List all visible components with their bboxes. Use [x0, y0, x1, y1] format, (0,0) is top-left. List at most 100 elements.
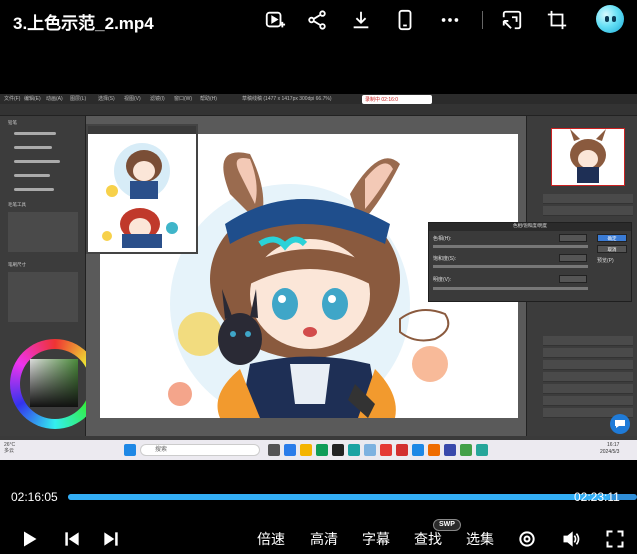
menu-item: 图层(L) — [70, 96, 87, 102]
clock-date: 2024/5/3 — [600, 449, 620, 455]
dialog-label-saturation: 饱和度(S): — [433, 256, 457, 262]
progress-played — [68, 494, 611, 500]
saturation-slider — [433, 265, 588, 268]
subtitle-button[interactable]: 字幕 — [362, 529, 390, 549]
menu-item: 帮助(H) — [200, 96, 217, 102]
recording-badge: 录制中 02:16:0 — [362, 95, 432, 104]
video-title: 3.上色示范_2.mp4 — [13, 14, 154, 33]
previous-icon[interactable] — [60, 527, 84, 551]
brush-stroke-preview — [14, 174, 50, 177]
saturation-value-box — [559, 254, 587, 262]
layer-row — [543, 384, 633, 394]
taskbar-clock: 16:17 2024/5/3 — [600, 442, 619, 456]
windows-start-icon — [124, 444, 136, 456]
cancel-button: 取消 — [597, 245, 627, 253]
episodes-button[interactable]: 选集 — [466, 529, 494, 549]
taskbar-app-icon — [316, 444, 328, 456]
total-time: 02:23:11 — [574, 490, 620, 504]
brush-stroke-preview — [14, 132, 56, 135]
video-frame[interactable]: 文件(F) 编辑(E) 动画(A) 图层(L) 选择(S) 视图(V) 滤镜(I… — [0, 94, 637, 460]
ok-button: 确定 — [597, 234, 627, 242]
menu-item: 滤镜(I) — [150, 96, 165, 102]
avatar-eye — [605, 16, 609, 22]
fullscreen-icon[interactable] — [603, 527, 627, 551]
left-panel-tab: 毛笔工具 — [8, 202, 26, 207]
layer-row — [543, 348, 633, 358]
brush-stroke-preview — [14, 146, 52, 149]
crop-icon[interactable] — [544, 7, 570, 33]
menu-item: 文件(F) — [4, 96, 21, 102]
os-taskbar: 26°C 多云 搜索 16:17 2024/5/3 — [0, 440, 637, 460]
dialog-label-hue: 色相(H): — [433, 236, 452, 242]
tool-property-block — [8, 212, 78, 252]
share-icon[interactable] — [304, 7, 330, 33]
taskbar-app-icon — [412, 444, 424, 456]
danmaku-icon[interactable] — [515, 527, 539, 551]
dialog-title: 色相/饱和度/明度 — [429, 223, 631, 231]
divider — [482, 11, 483, 29]
clock-time: 16:17 — [606, 442, 620, 448]
taskbar-app-icon — [460, 444, 472, 456]
volume-icon[interactable] — [559, 527, 583, 551]
layer-row — [543, 372, 633, 382]
menu-item: 视图(V) — [124, 96, 141, 102]
taskbar-app-icon — [396, 444, 408, 456]
download-icon[interactable] — [348, 7, 374, 33]
quality-button[interactable]: 高清 — [310, 529, 338, 549]
taskbar-app-icon — [268, 444, 280, 456]
menu-item: 动画(A) — [46, 96, 63, 102]
taskbar-app-icon — [364, 444, 376, 456]
taskbar-search: 搜索 — [140, 444, 260, 456]
chat-bubble-icon — [610, 414, 630, 434]
menu-item: 窗口(W) — [174, 96, 193, 102]
layer-row — [543, 206, 633, 216]
next-icon[interactable] — [99, 527, 123, 551]
reference-thumbnail — [102, 143, 178, 248]
taskbar-weather: 26°C 多云 — [4, 442, 15, 454]
recording-text: 录制中 02:16:0 — [365, 97, 399, 103]
taskbar-app-icon — [348, 444, 360, 456]
top-bar: 3.上色示范_2.mp4 — [0, 0, 637, 44]
hue-value-box — [559, 234, 587, 242]
speed-button[interactable]: 倍速 — [257, 529, 285, 549]
cast-screen-icon[interactable] — [499, 7, 525, 33]
brush-size-block — [8, 272, 78, 322]
more-icon[interactable] — [437, 7, 463, 33]
avatar[interactable] — [596, 5, 624, 33]
app-menubar: 文件(F) 编辑(E) 动画(A) 图层(L) 选择(S) 视图(V) 滤镜(I… — [0, 94, 637, 104]
play-icon[interactable] — [17, 527, 41, 551]
menu-item: 编辑(E) — [24, 96, 41, 102]
value-slider — [433, 287, 588, 290]
picture-in-picture-icon[interactable] — [262, 7, 288, 33]
avatar-eye — [612, 16, 616, 22]
dialog-label-value: 明度(V): — [433, 277, 452, 283]
taskbar-app-icon — [284, 444, 296, 456]
navigator-thumbnail — [551, 128, 625, 186]
value-value-box — [559, 275, 587, 283]
left-panel-tab: 铅笔 — [8, 120, 17, 125]
layer-row — [543, 194, 633, 204]
layer-row — [543, 360, 633, 370]
app-toolbar — [0, 104, 637, 116]
search-button[interactable]: 查找 — [414, 529, 442, 549]
brush-stroke-preview — [14, 160, 60, 163]
reference-panel-header — [88, 126, 196, 134]
menu-item: 选择(S) — [98, 96, 115, 102]
taskbar-app-icon — [428, 444, 440, 456]
app-window-caption: 草稿线稿 (1477 x 1417px 300dpi 66.7%) — [242, 96, 332, 102]
hue-saturation-dialog: 色相/饱和度/明度 色相(H): 饱和度(S): 明度(V): 确定 取消 预览… — [428, 222, 632, 302]
layer-row — [543, 336, 633, 346]
preview-checkbox-label: 预览(P) — [597, 258, 614, 264]
reference-panel — [86, 124, 198, 254]
taskbar-app-icon — [380, 444, 392, 456]
left-panel-tab: 笔刷尺寸 — [8, 262, 26, 267]
progress-bar[interactable] — [68, 494, 637, 500]
taskbar-app-icon — [332, 444, 344, 456]
brush-stroke-preview — [14, 188, 54, 191]
taskbar-app-icon — [476, 444, 488, 456]
phone-icon[interactable] — [392, 7, 418, 33]
layer-row — [543, 396, 633, 406]
navigator-preview — [570, 129, 606, 183]
hue-slider — [433, 245, 588, 248]
color-picker-square — [30, 359, 78, 407]
